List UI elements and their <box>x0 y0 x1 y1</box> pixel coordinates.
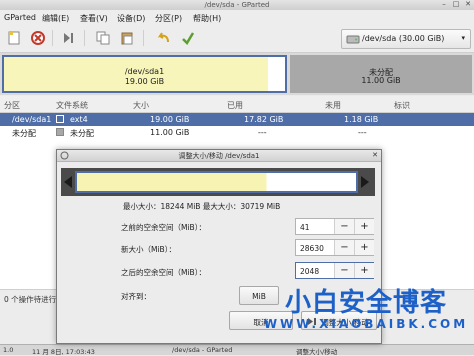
copy-icon <box>96 31 110 45</box>
dialog-titlebar: 调整大小/移动 /dev/sda1 ✕ <box>57 150 381 162</box>
table-row[interactable]: 未分配 未分配 11.00 GiB --- --- <box>0 126 474 139</box>
panel-clock: 11 月 8日, 17:03:43 <box>32 348 95 356</box>
cell-partition: /dev/sda1 <box>12 115 52 124</box>
delete-icon <box>31 31 45 45</box>
apply-button[interactable] <box>180 30 196 46</box>
new-size-label: 新大小（MiB）： <box>121 245 176 254</box>
fs-color-swatch <box>56 128 64 136</box>
free-before-decrement-button[interactable]: − <box>334 219 354 234</box>
resize-move-button[interactable] <box>60 30 76 46</box>
new-size-value[interactable]: 28630 <box>300 244 324 253</box>
pending-operations: 0 个操作待进行 <box>4 295 57 304</box>
device-selector-label: /dev/sda (30.00 GiB) <box>362 34 445 43</box>
panel-left-text: 1.0 <box>3 346 14 354</box>
cell-size: 19.00 GiB <box>150 115 190 124</box>
col-size[interactable]: 大小 <box>133 100 149 111</box>
watermark-title: 小白安全博客 <box>284 288 447 318</box>
free-after-spinner[interactable]: 2048 − + <box>295 262 374 279</box>
new-size-increment-button[interactable]: + <box>354 240 374 255</box>
right-handle-icon[interactable] <box>361 176 369 188</box>
paste-button[interactable] <box>119 30 135 46</box>
col-unused[interactable]: 未用 <box>325 100 341 111</box>
menu-bar: GParted 编辑(E) 查看(V) 设备(D) 分区(P) 帮助(H) <box>0 10 474 25</box>
free-before-spinner[interactable]: 41 − + <box>295 218 374 235</box>
diskmap-unalloc-size: 11.00 GiB <box>361 76 401 85</box>
left-handle-icon[interactable] <box>64 176 72 188</box>
disk-map: /dev/sda1 19.00 GiB 未分配 11.00 GiB <box>0 53 474 95</box>
cell-used: --- <box>258 128 267 137</box>
align-label: 对齐到： <box>121 292 151 301</box>
harddisk-icon <box>346 35 360 44</box>
resize-graphic[interactable] <box>61 168 375 196</box>
taskbar: 1.0 11 月 8日, 17:03:43 /dev/sda - GParted… <box>0 344 474 356</box>
cell-unused: --- <box>358 128 367 137</box>
cell-filesystem: ext4 <box>70 115 88 124</box>
close-window-button[interactable]: ✕ <box>464 1 472 8</box>
toolbar: /dev/sda (30.00 GiB) ▾ <box>0 25 474 53</box>
col-filesystem[interactable]: 文件系统 <box>56 100 88 111</box>
taskbar-app-gparted[interactable]: /dev/sda - GParted <box>172 346 232 354</box>
new-size-spinner[interactable]: 28630 − + <box>295 239 374 256</box>
watermark-url: WWW.XIAOBAIBK.COM <box>263 317 469 331</box>
chevron-down-icon: ▾ <box>461 34 465 42</box>
maximize-button[interactable]: □ <box>452 1 460 8</box>
free-before-increment-button[interactable]: + <box>354 219 374 234</box>
free-after-label: 之后的空余空间（MiB）： <box>121 268 206 277</box>
diskmap-partition-sda1[interactable]: /dev/sda1 19.00 GiB <box>2 55 287 93</box>
col-used[interactable]: 已用 <box>227 100 243 111</box>
diskmap-unallocated[interactable]: 未分配 11.00 GiB <box>290 55 472 93</box>
free-before-value[interactable]: 41 <box>300 223 310 232</box>
undo-button[interactable] <box>156 30 172 46</box>
menu-help[interactable]: 帮助(H) <box>193 13 221 24</box>
menu-gparted[interactable]: GParted <box>4 13 36 22</box>
cell-size: 11.00 GiB <box>150 128 190 137</box>
taskbar-app-resize[interactable]: 调整大小/移动 <box>296 346 337 356</box>
free-after-increment-button[interactable]: + <box>354 263 374 278</box>
table-header: 分区 文件系统 大小 已用 未用 标识 <box>0 96 474 113</box>
minimize-button[interactable]: – <box>440 1 448 8</box>
resize-icon <box>64 33 73 43</box>
col-partition[interactable]: 分区 <box>4 100 20 111</box>
free-after-decrement-button[interactable]: − <box>334 263 354 278</box>
fs-color-swatch <box>56 115 64 123</box>
undo-icon <box>157 32 169 43</box>
menu-partition[interactable]: 分区(P) <box>155 13 182 24</box>
col-flags[interactable]: 标识 <box>394 100 410 111</box>
cell-unused: 1.18 GiB <box>344 115 379 124</box>
paste-icon <box>121 32 133 45</box>
check-icon <box>182 32 195 46</box>
new-size-decrement-button[interactable]: − <box>334 240 354 255</box>
min-max-size: 最小大小：18244 MiB 最大大小：30719 MiB <box>123 202 281 211</box>
cell-used: 17.82 GiB <box>244 115 284 124</box>
copy-button[interactable] <box>95 30 111 46</box>
dialog-title: 调整大小/移动 /dev/sda1 <box>178 152 260 160</box>
watermark: 小白安全博客 WWW.XIAOBAIBK.COM <box>258 282 474 340</box>
dialog-close-icon[interactable]: ✕ <box>372 151 378 159</box>
table-row[interactable]: /dev/sda1 ext4 19.00 GiB 17.82 GiB 1.18 … <box>0 113 474 126</box>
free-before-label: 之前的空余空间（MiB）： <box>121 223 206 232</box>
window-title: /dev/sda - GParted <box>204 1 270 9</box>
menu-view[interactable]: 查看(V) <box>80 13 108 24</box>
cell-partition: 未分配 <box>12 129 36 138</box>
device-selector[interactable]: /dev/sda (30.00 GiB) ▾ <box>341 29 471 49</box>
menu-device[interactable]: 设备(D) <box>117 13 145 24</box>
menu-edit[interactable]: 编辑(E) <box>42 13 69 24</box>
diskmap-sda1-name: /dev/sda1 <box>124 67 165 76</box>
resize-partition-bar[interactable] <box>75 171 358 193</box>
new-icon <box>8 31 20 45</box>
free-after-value[interactable]: 2048 <box>300 267 319 276</box>
new-partition-button[interactable] <box>6 30 22 46</box>
cell-filesystem: 未分配 <box>70 129 94 138</box>
delete-partition-button[interactable] <box>30 30 46 46</box>
diskmap-sda1-size: 19.00 GiB <box>124 77 165 86</box>
